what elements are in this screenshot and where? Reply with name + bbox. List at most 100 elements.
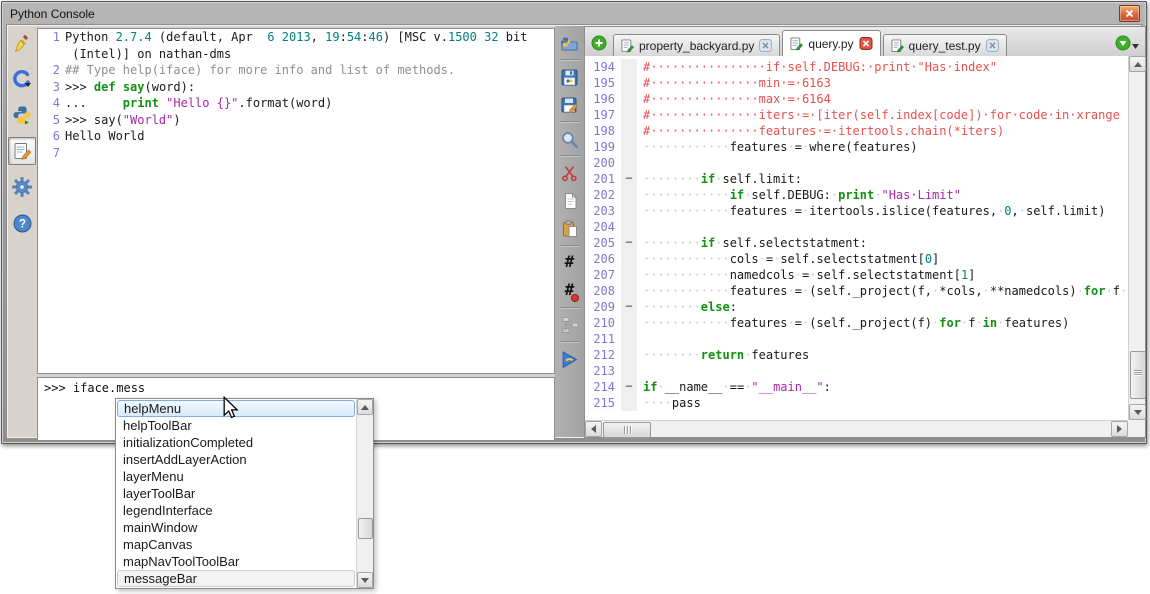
open-script-button[interactable] (557, 30, 583, 56)
autocomplete-item-mainWindow[interactable]: mainWindow (117, 519, 355, 536)
copy-button[interactable] (557, 188, 583, 214)
scroll-up-button[interactable] (1129, 56, 1146, 72)
window-close-button[interactable] (1119, 5, 1140, 22)
autocomplete-item-mapCanvas[interactable]: mapCanvas (117, 536, 355, 553)
fold-marker (621, 139, 637, 155)
vertical-scroll-thumb[interactable] (1130, 351, 1146, 399)
editor-line-text: ········if·self.selectstatment: (637, 235, 867, 251)
editor-line-number: 199 (585, 139, 621, 155)
editor-line: 202············if·self.DEBUG:·print·"Has… (585, 187, 1128, 203)
fold-marker[interactable]: − (621, 299, 637, 315)
uncomment-button[interactable]: # (557, 278, 583, 304)
editor-line-text: if·__name__·==·"__main__": (637, 379, 831, 395)
console-line-number: 2 (38, 62, 65, 79)
autocomplete-item-legendInterface[interactable]: legendInterface (117, 502, 355, 519)
editor-line-number: 196 (585, 91, 621, 107)
close-tab-icon[interactable] (986, 39, 999, 52)
settings-button[interactable] (8, 173, 36, 201)
fold-marker (621, 331, 637, 347)
editor-line: 209−········else: (585, 299, 1128, 315)
horizontal-scroll-thumb[interactable] (603, 422, 651, 438)
console-toolbar: ? (8, 29, 36, 436)
editor-line: 212········return·features (585, 347, 1128, 363)
new-tab-button[interactable] (591, 35, 607, 51)
mouse-cursor (222, 396, 239, 425)
save-script-button[interactable] (557, 64, 583, 90)
script-file-icon (790, 37, 803, 51)
toolbar-separator (560, 307, 580, 309)
editor-line: 214−if·__name__·==·"__main__": (585, 379, 1128, 395)
console-line-text: ... print "Hello {}".format(word) (65, 95, 332, 112)
scroll-down-button[interactable] (1129, 404, 1146, 420)
editor-line-number: 201 (585, 171, 621, 187)
window-titlebar[interactable]: Python Console (4, 4, 1144, 23)
fold-marker[interactable]: − (621, 379, 637, 395)
window-title: Python Console (4, 7, 95, 21)
autocomplete-items: helpMenuhelpToolBarinitializationComplet… (116, 399, 373, 588)
editor-tab-query-py[interactable]: query.py (782, 30, 880, 56)
fold-marker[interactable]: − (621, 235, 637, 251)
fold-marker (621, 155, 637, 171)
screen: Python Console ? 1Python 2.7.4 (default,… (0, 0, 1150, 594)
find-text-icon (560, 130, 579, 149)
help-button[interactable]: ? (8, 209, 36, 237)
toolbar-separator (560, 59, 580, 61)
editor-line-text (637, 331, 643, 347)
editor-vertical-scrollbar[interactable] (1128, 56, 1145, 420)
settings-icon (12, 177, 32, 197)
autocomplete-item-messageBar[interactable]: messageBar (117, 570, 355, 587)
autocomplete-scroll-up-button[interactable] (357, 399, 373, 415)
editor-line-number: 212 (585, 347, 621, 363)
autocomplete-item-initializationCompleted[interactable]: initializationCompleted (117, 434, 355, 451)
import-class-button[interactable] (8, 65, 36, 93)
editor-horizontal-scrollbar[interactable] (585, 420, 1128, 437)
clear-console-button[interactable] (8, 29, 36, 57)
editor-line-text: #···············max·=·6164 (637, 91, 831, 107)
comment-button[interactable]: # (557, 250, 583, 276)
run-script-button[interactable] (557, 346, 583, 372)
editor-line-number: 209 (585, 299, 621, 315)
run-command-button[interactable] (8, 101, 36, 129)
autocomplete-item-mapNavToolToolBar[interactable]: mapNavToolToolBar (117, 553, 355, 570)
find-text-button[interactable] (557, 126, 583, 152)
close-tab-icon[interactable] (759, 39, 772, 52)
paste-button[interactable] (557, 216, 583, 242)
editor-tab-query_test-py[interactable]: query_test.py (883, 34, 1007, 56)
editor-line: 208············features·=·(self._project… (585, 283, 1128, 299)
editor-tabbar: property_backyard.pyquery.py query_test.p… (585, 27, 1145, 57)
console-output[interactable]: 1Python 2.7.4 (default, Apr 6 2013, 19:5… (37, 28, 555, 374)
copy-icon (561, 192, 579, 210)
toolbar-separator (560, 245, 580, 247)
fold-marker[interactable]: − (621, 171, 637, 187)
console-line-number: 1 (38, 29, 65, 46)
editor-tab-property_backyard-py[interactable]: property_backyard.py (613, 34, 780, 56)
close-tab-icon[interactable] (859, 37, 873, 50)
editor-line-text: ············cols·=·self.selectstatment[0… (637, 251, 939, 267)
editor-line-number: 215 (585, 395, 621, 411)
tab-list-button[interactable] (1115, 35, 1139, 51)
object-inspector-button[interactable] (557, 312, 583, 338)
editor-code-area[interactable]: 194#················if·self.DEBUG:·print… (585, 56, 1128, 420)
show-editor-button[interactable] (8, 137, 36, 165)
tab-label: query_test.py (909, 39, 981, 53)
scroll-right-button[interactable] (1111, 421, 1128, 437)
editor-line-number: 204 (585, 219, 621, 235)
chevron-down-icon (1132, 44, 1139, 49)
autocomplete-scrollbar[interactable] (356, 399, 373, 588)
autocomplete-scroll-thumb[interactable] (358, 518, 373, 539)
autocomplete-scroll-down-button[interactable] (357, 572, 373, 588)
scroll-left-button[interactable] (585, 421, 602, 437)
toolbar-separator (560, 155, 580, 157)
editor-line-text (637, 155, 643, 171)
editor-panel: property_backyard.pyquery.py query_test.p… (584, 26, 1146, 438)
cut-button[interactable] (557, 160, 583, 186)
script-file-icon (891, 39, 904, 53)
editor-line: 213 (585, 363, 1128, 379)
autocomplete-item-layerMenu[interactable]: layerMenu (117, 468, 355, 485)
new-tab-icon (591, 35, 607, 51)
editor-line: 215····pass (585, 395, 1128, 411)
fold-marker (621, 219, 637, 235)
autocomplete-item-layerToolBar[interactable]: layerToolBar (117, 485, 355, 502)
save-as-button[interactable] (557, 92, 583, 118)
autocomplete-item-insertAddLayerAction[interactable]: insertAddLayerAction (117, 451, 355, 468)
